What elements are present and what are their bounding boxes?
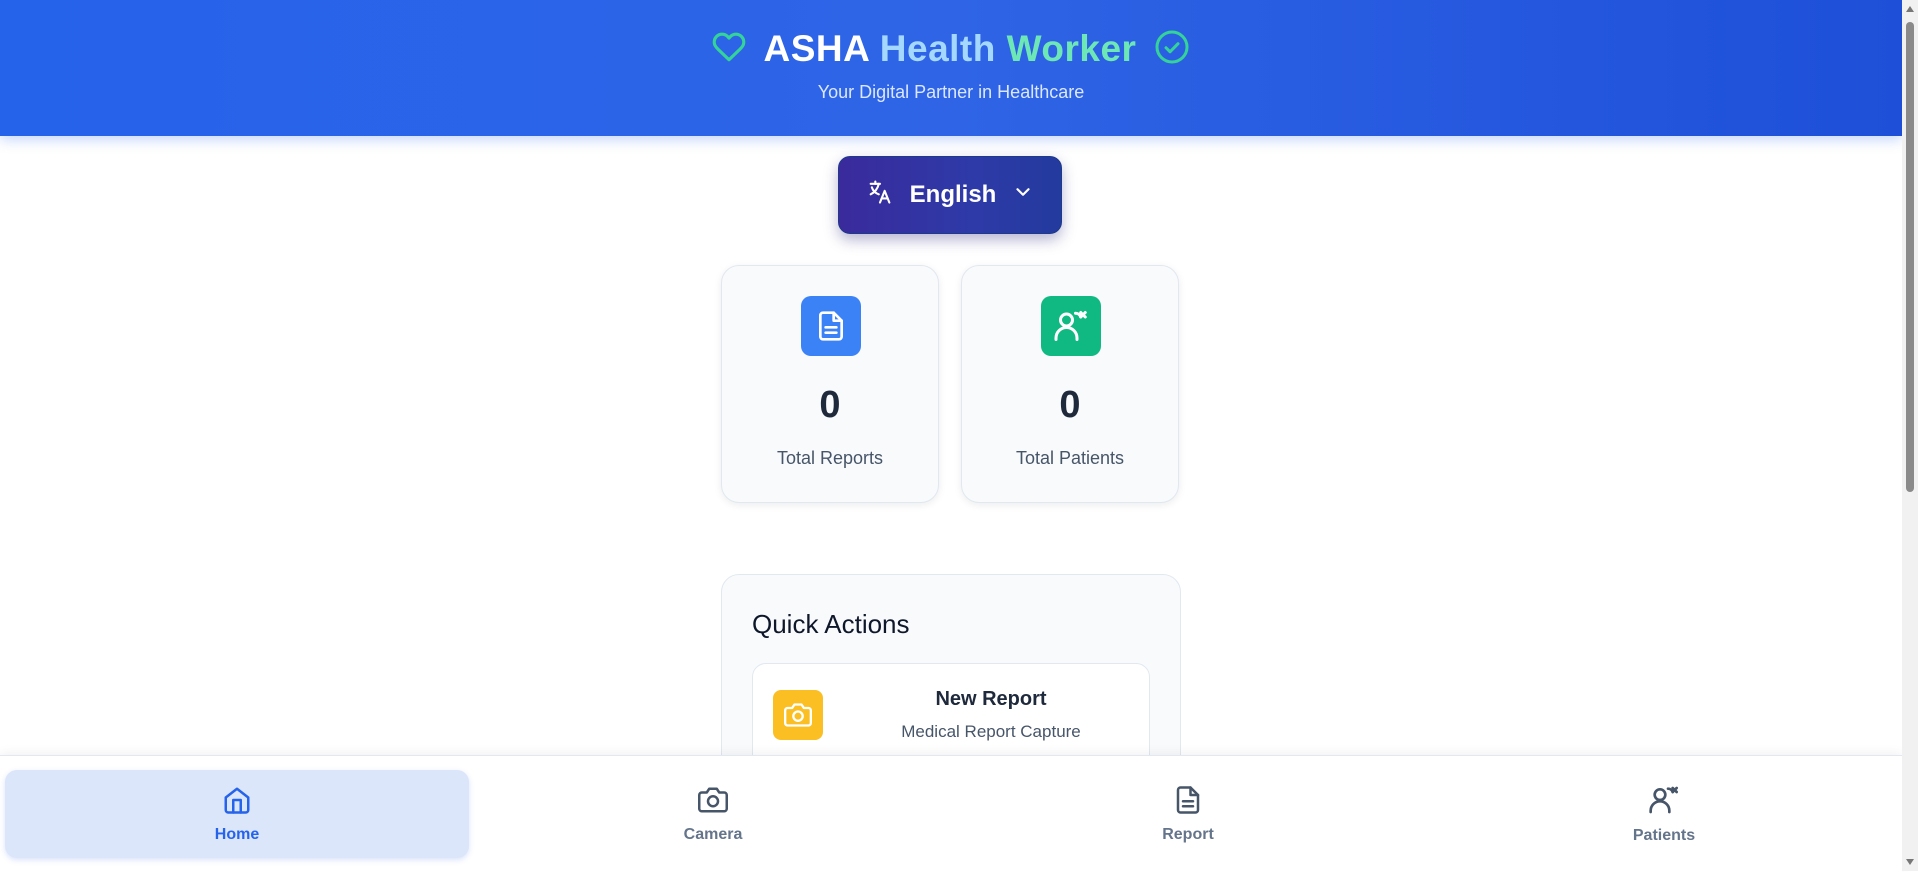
total-reports-value: 0 bbox=[819, 384, 841, 426]
nav-camera[interactable]: Camera bbox=[481, 770, 945, 858]
translate-icon bbox=[866, 178, 894, 213]
nav-home-label: Home bbox=[214, 825, 260, 843]
vertical-scrollbar[interactable] bbox=[1902, 0, 1918, 871]
patients-icon bbox=[1041, 296, 1101, 356]
scroll-up-arrow-icon[interactable] bbox=[1906, 6, 1914, 12]
app-subtitle: Your Digital Partner in Healthcare bbox=[817, 82, 1085, 102]
total-patients-label: Total Patients bbox=[1015, 448, 1125, 468]
nav-home[interactable]: Home bbox=[5, 770, 469, 858]
title-worker: Worker bbox=[1006, 28, 1137, 69]
new-report-title: New Report bbox=[935, 688, 1047, 710]
new-report-description: Medical Report Capture bbox=[901, 722, 1081, 741]
nav-camera-label: Camera bbox=[683, 825, 743, 843]
nav-patients[interactable]: Patients bbox=[1432, 770, 1896, 858]
scroll-down-arrow-icon[interactable] bbox=[1906, 859, 1914, 865]
nav-patients-label: Patients bbox=[1632, 826, 1696, 844]
chevron-down-icon bbox=[1012, 181, 1034, 210]
language-label: English bbox=[909, 181, 997, 208]
quick-actions-title: Quick Actions bbox=[752, 609, 910, 639]
title-asha: ASHA bbox=[763, 28, 869, 69]
file-text-icon bbox=[1173, 785, 1203, 820]
stat-card-patients: 0 Total Patients bbox=[961, 265, 1179, 503]
check-circle-icon bbox=[1154, 29, 1190, 70]
file-text-icon bbox=[801, 296, 861, 356]
heart-icon bbox=[712, 30, 746, 69]
stat-card-reports: 0 Total Reports bbox=[721, 265, 939, 503]
bottom-navigation: Home Camera Report Patients bbox=[0, 755, 1902, 872]
nav-report[interactable]: Report bbox=[956, 770, 1420, 858]
title-row: ASHA Health Worker bbox=[0, 28, 1902, 70]
nav-report-label: Report bbox=[1162, 825, 1214, 843]
scrollbar-thumb[interactable] bbox=[1906, 22, 1914, 492]
title-health: Health bbox=[879, 28, 996, 69]
app-title: ASHA Health Worker bbox=[764, 28, 1137, 70]
patients-icon bbox=[1648, 784, 1680, 821]
home-icon bbox=[222, 785, 252, 820]
total-patients-value: 0 bbox=[1059, 384, 1081, 426]
camera-icon bbox=[773, 690, 823, 740]
total-reports-label: Total Reports bbox=[776, 448, 884, 468]
camera-icon bbox=[698, 785, 728, 820]
language-selector[interactable]: English bbox=[838, 156, 1062, 234]
app-header: ASHA Health Worker Your Digital Partner … bbox=[0, 0, 1902, 136]
